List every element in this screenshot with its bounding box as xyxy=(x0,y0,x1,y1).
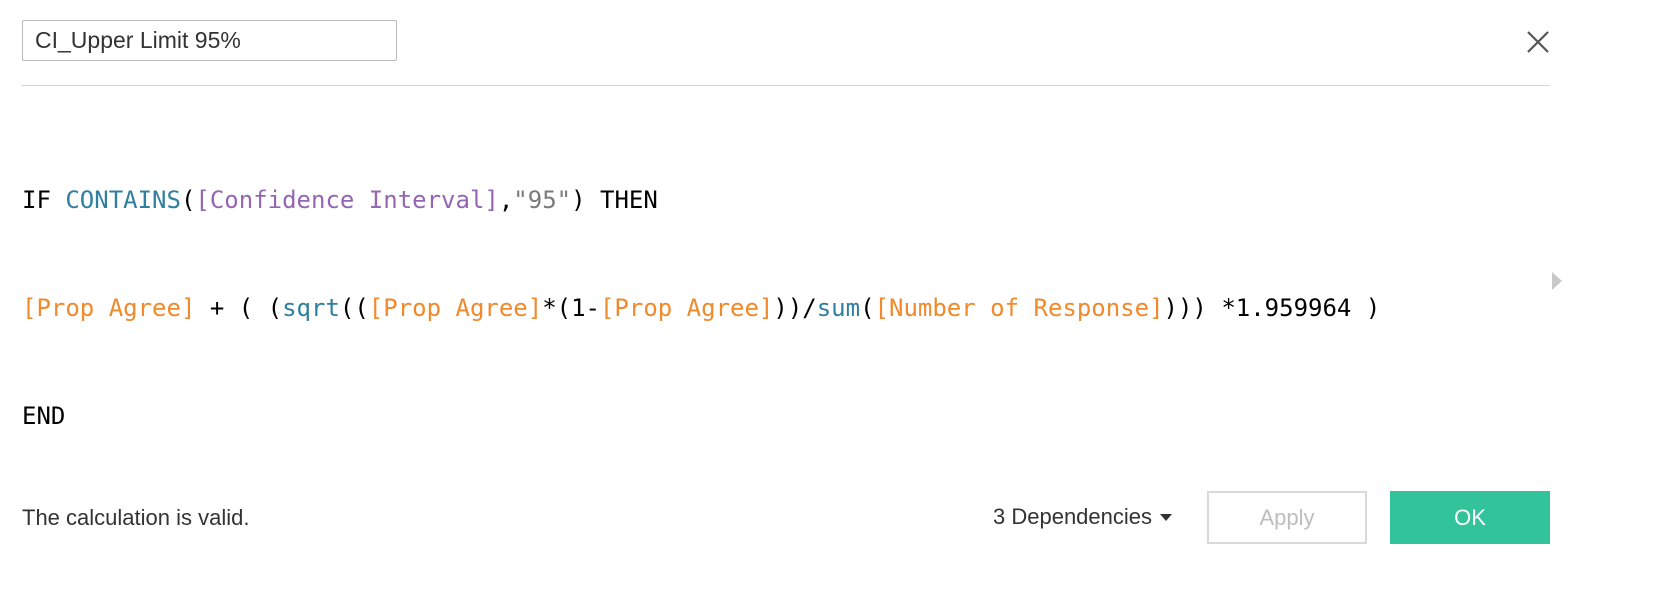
formula-token: , xyxy=(498,186,514,214)
formula-token: sqrt xyxy=(282,294,340,322)
calculation-editor-dialog: IF CONTAINS([Confidence Interval],"95") … xyxy=(0,0,1660,600)
dependencies-label: 3 Dependencies xyxy=(993,504,1153,529)
formula-line-3: END xyxy=(22,398,1532,434)
formula-token: ))) *1.959964 ) xyxy=(1163,294,1381,322)
formula-token xyxy=(51,186,65,214)
formula-editor[interactable]: IF CONTAINS([Confidence Interval],"95") … xyxy=(22,110,1532,440)
formula-token: CONTAINS xyxy=(65,186,181,214)
formula-line-1: IF CONTAINS([Confidence Interval],"95") … xyxy=(22,182,1532,218)
formula-token: END xyxy=(22,402,66,430)
formula-token: THEN xyxy=(600,186,658,214)
formula-token: ) xyxy=(571,186,600,214)
ok-button[interactable]: OK xyxy=(1390,491,1550,544)
formula-token: (( xyxy=(339,294,369,322)
formula-token: *(1- xyxy=(542,294,600,322)
formula-token: ( xyxy=(180,186,196,214)
formula-token: ( xyxy=(860,294,875,322)
formula-token: + ( ( xyxy=(195,294,283,322)
triangle-right-icon[interactable] xyxy=(1552,272,1562,290)
close-icon xyxy=(1527,31,1549,53)
validation-status: The calculation is valid. xyxy=(22,505,250,530)
formula-token: "95" xyxy=(513,186,572,214)
formula-token: [Prop Agree] xyxy=(368,294,543,322)
formula-token: ))/ xyxy=(773,294,817,322)
caret-down-icon xyxy=(1160,513,1173,521)
formula-token: [Prop Agree] xyxy=(599,294,774,322)
formula-token: [Number of Response] xyxy=(874,294,1164,322)
calculation-name-input[interactable] xyxy=(22,20,397,61)
formula-token: [Confidence Interval] xyxy=(195,186,499,214)
formula-line-2: [Prop Agree] + ( (sqrt(([Prop Agree]*(1-… xyxy=(22,290,1532,326)
formula-token: [Prop Agree] xyxy=(22,294,196,322)
formula-token: sum xyxy=(816,294,861,322)
dependencies-dropdown[interactable]: 3 Dependencies xyxy=(993,504,1173,530)
header-divider xyxy=(22,85,1550,86)
close-button[interactable] xyxy=(1522,26,1554,58)
formula-token: IF xyxy=(22,186,51,214)
apply-button[interactable]: Apply xyxy=(1207,491,1367,544)
